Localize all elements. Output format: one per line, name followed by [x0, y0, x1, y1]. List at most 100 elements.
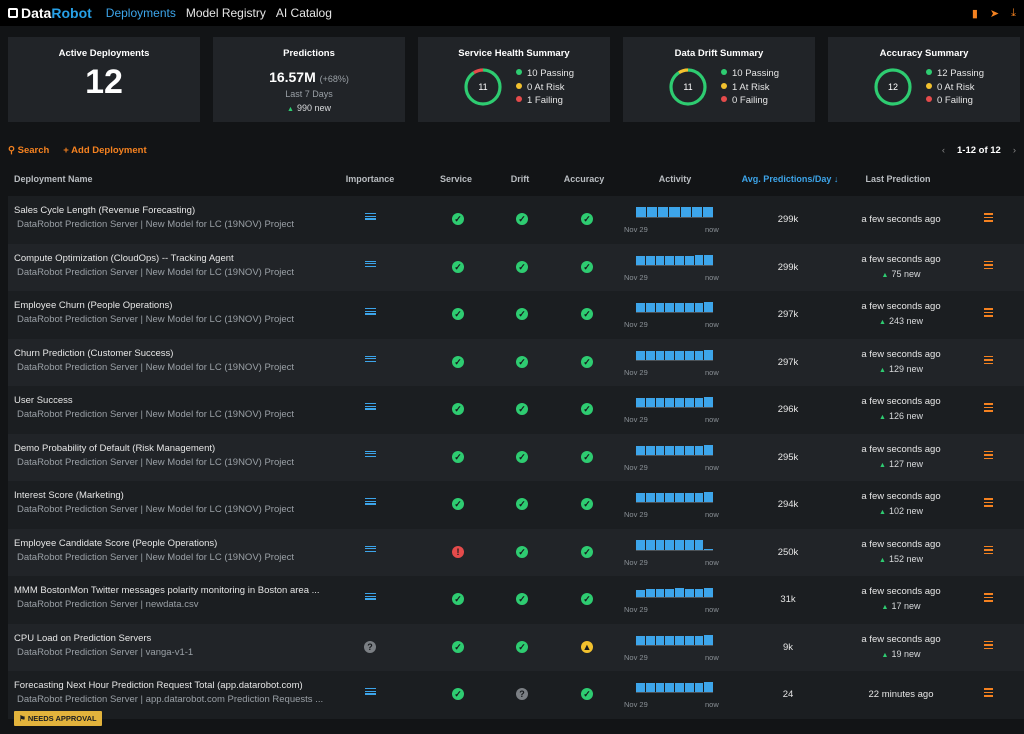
drift-status-ok-icon[interactable]: ✓: [516, 545, 528, 558]
accuracy-status-ok-icon[interactable]: ✓: [581, 498, 593, 510]
service-status-failing-icon[interactable]: !: [452, 545, 464, 558]
importance-icon[interactable]: [365, 593, 376, 602]
deployment-name[interactable]: Employee Candidate Score (People Operati…: [14, 538, 217, 549]
col-activity[interactable]: Activity: [659, 174, 692, 184]
table-row[interactable]: Demo Probability of Default (Risk Manage…: [8, 433, 1024, 481]
service-status-ok-icon[interactable]: ✓: [452, 640, 464, 653]
table-row[interactable]: Interest Score (Marketing) DataRobot Pred…: [8, 481, 1024, 529]
drift-status-ok-icon[interactable]: ✓: [516, 450, 528, 463]
accuracy-status-ok-icon[interactable]: ✓: [581, 260, 593, 273]
row-menu-icon[interactable]: [984, 213, 993, 222]
chevron-right-icon[interactable]: ›: [1013, 145, 1016, 156]
service-status-ok-icon[interactable]: ✓: [452, 308, 464, 320]
col-accuracy[interactable]: Accuracy: [564, 174, 605, 184]
table-row[interactable]: CPU Load on Prediction Servers DataRobot …: [8, 623, 1024, 671]
accuracy-status-ok-icon[interactable]: ✓: [581, 688, 593, 700]
accuracy-card[interactable]: Accuracy Summary 12 12 Passing 0 At Risk…: [828, 37, 1020, 122]
row-menu-icon[interactable]: [984, 640, 993, 650]
importance-icon[interactable]: [365, 260, 376, 270]
data-drift-card[interactable]: Data Drift Summary 11 10 Passing 1 At Ri…: [623, 37, 815, 122]
table-row[interactable]: Forecasting Next Hour Prediction Request…: [8, 671, 1024, 726]
row-menu-icon[interactable]: [984, 403, 993, 412]
service-status-ok-icon[interactable]: ✓: [452, 403, 464, 415]
table-row[interactable]: User Success DataRobot Prediction Server …: [8, 386, 1024, 434]
col-service[interactable]: Service: [440, 174, 472, 184]
service-health-card[interactable]: Service Health Summary 11 10 Passing 0 A…: [418, 37, 610, 122]
accuracy-status-ok-icon[interactable]: ✓: [581, 308, 593, 320]
importance-icon[interactable]: [365, 688, 376, 697]
drift-status-ok-icon[interactable]: ✓: [516, 498, 528, 510]
importance-icon[interactable]: [365, 450, 376, 460]
accuracy-status-ok-icon[interactable]: ✓: [581, 545, 593, 558]
accuracy-status-ok-icon[interactable]: ✓: [581, 450, 593, 463]
nav-deployments[interactable]: Deployments: [106, 6, 176, 20]
datarobot-logo[interactable]: DataRobot: [8, 5, 92, 21]
search-button[interactable]: ⚲ Search: [8, 145, 49, 156]
needs-approval-badge[interactable]: ⚑ NEEDS APPROVAL: [14, 711, 102, 726]
deployment-name[interactable]: Interest Score (Marketing): [14, 490, 124, 501]
drift-status-ok-icon[interactable]: ✓: [516, 403, 528, 415]
drift-status-ok-icon[interactable]: ✓: [516, 640, 528, 653]
deployment-name[interactable]: Compute Optimization (CloudOps) -- Track…: [14, 253, 234, 264]
importance-icon[interactable]: [365, 308, 376, 317]
drift-status-ok-icon[interactable]: ✓: [516, 260, 528, 273]
accuracy-status-ok-icon[interactable]: ✓: [581, 355, 593, 368]
row-menu-icon[interactable]: [984, 498, 993, 507]
download-icon[interactable]: ⤓: [1011, 7, 1016, 20]
accuracy-status-at-risk-icon[interactable]: ▲: [581, 640, 593, 653]
deployment-name[interactable]: Forecasting Next Hour Prediction Request…: [14, 680, 303, 691]
table-row[interactable]: Sales Cycle Length (Revenue Forecasting)…: [8, 196, 1024, 244]
service-status-ok-icon[interactable]: ✓: [452, 688, 464, 700]
chevron-left-icon[interactable]: ‹: [942, 145, 945, 156]
table-row[interactable]: Churn Prediction (Customer Success) DataR…: [8, 338, 1024, 386]
drift-status-unknown-icon[interactable]: ?: [516, 688, 528, 700]
drift-status-ok-icon[interactable]: ✓: [516, 593, 528, 605]
service-status-ok-icon[interactable]: ✓: [452, 498, 464, 510]
row-menu-icon[interactable]: [984, 355, 993, 365]
deployment-name[interactable]: Employee Churn (People Operations): [14, 300, 172, 311]
importance-unknown-icon[interactable]: ?: [364, 640, 376, 653]
row-menu-icon[interactable]: [984, 260, 993, 270]
importance-icon[interactable]: [365, 403, 376, 412]
col-drift[interactable]: Drift: [511, 174, 530, 184]
deployment-name[interactable]: MMM BostonMon Twitter messages polarity …: [14, 585, 320, 596]
service-status-ok-icon[interactable]: ✓: [452, 593, 464, 605]
importance-icon[interactable]: [365, 355, 376, 365]
table-row[interactable]: Compute Optimization (CloudOps) -- Track…: [8, 243, 1024, 291]
col-last-prediction[interactable]: Last Prediction: [865, 174, 930, 184]
row-menu-icon[interactable]: [984, 545, 993, 555]
book-icon[interactable]: ▮: [972, 7, 978, 20]
col-deployment-name[interactable]: Deployment Name: [14, 174, 93, 184]
megaphone-icon[interactable]: ➤: [990, 7, 999, 20]
service-status-ok-icon[interactable]: ✓: [452, 213, 464, 225]
row-menu-icon[interactable]: [984, 688, 993, 697]
add-deployment-button[interactable]: + Add Deployment: [63, 145, 146, 156]
service-status-ok-icon[interactable]: ✓: [452, 260, 464, 273]
table-row[interactable]: Employee Candidate Score (People Operati…: [8, 528, 1024, 576]
drift-status-ok-icon[interactable]: ✓: [516, 355, 528, 368]
drift-status-ok-icon[interactable]: ✓: [516, 213, 528, 225]
importance-icon[interactable]: [365, 545, 376, 555]
row-menu-icon[interactable]: [984, 308, 993, 317]
nav-ai-catalog[interactable]: AI Catalog: [276, 6, 332, 20]
nav-model-registry[interactable]: Model Registry: [186, 6, 266, 20]
importance-icon[interactable]: [365, 498, 376, 507]
drift-status-ok-icon[interactable]: ✓: [516, 308, 528, 320]
service-status-ok-icon[interactable]: ✓: [452, 450, 464, 463]
accuracy-status-ok-icon[interactable]: ✓: [581, 403, 593, 415]
deployment-name[interactable]: Demo Probability of Default (Risk Manage…: [14, 443, 215, 454]
table-row[interactable]: Employee Churn (People Operations) DataRo…: [8, 291, 1024, 339]
row-menu-icon[interactable]: [984, 593, 993, 602]
deployment-name[interactable]: Churn Prediction (Customer Success): [14, 348, 173, 359]
col-importance[interactable]: Importance: [346, 174, 395, 184]
deployment-name[interactable]: CPU Load on Prediction Servers: [14, 633, 151, 644]
row-menu-icon[interactable]: [984, 450, 993, 460]
accuracy-status-ok-icon[interactable]: ✓: [581, 593, 593, 605]
service-status-ok-icon[interactable]: ✓: [452, 355, 464, 368]
col-avg-predictions[interactable]: Avg. Predictions/Day ↓: [742, 174, 839, 184]
deployment-name[interactable]: User Success: [14, 395, 73, 406]
deployment-name[interactable]: Sales Cycle Length (Revenue Forecasting): [14, 205, 195, 216]
importance-icon[interactable]: [365, 213, 376, 222]
table-row[interactable]: MMM BostonMon Twitter messages polarity …: [8, 576, 1024, 624]
accuracy-status-ok-icon[interactable]: ✓: [581, 213, 593, 225]
